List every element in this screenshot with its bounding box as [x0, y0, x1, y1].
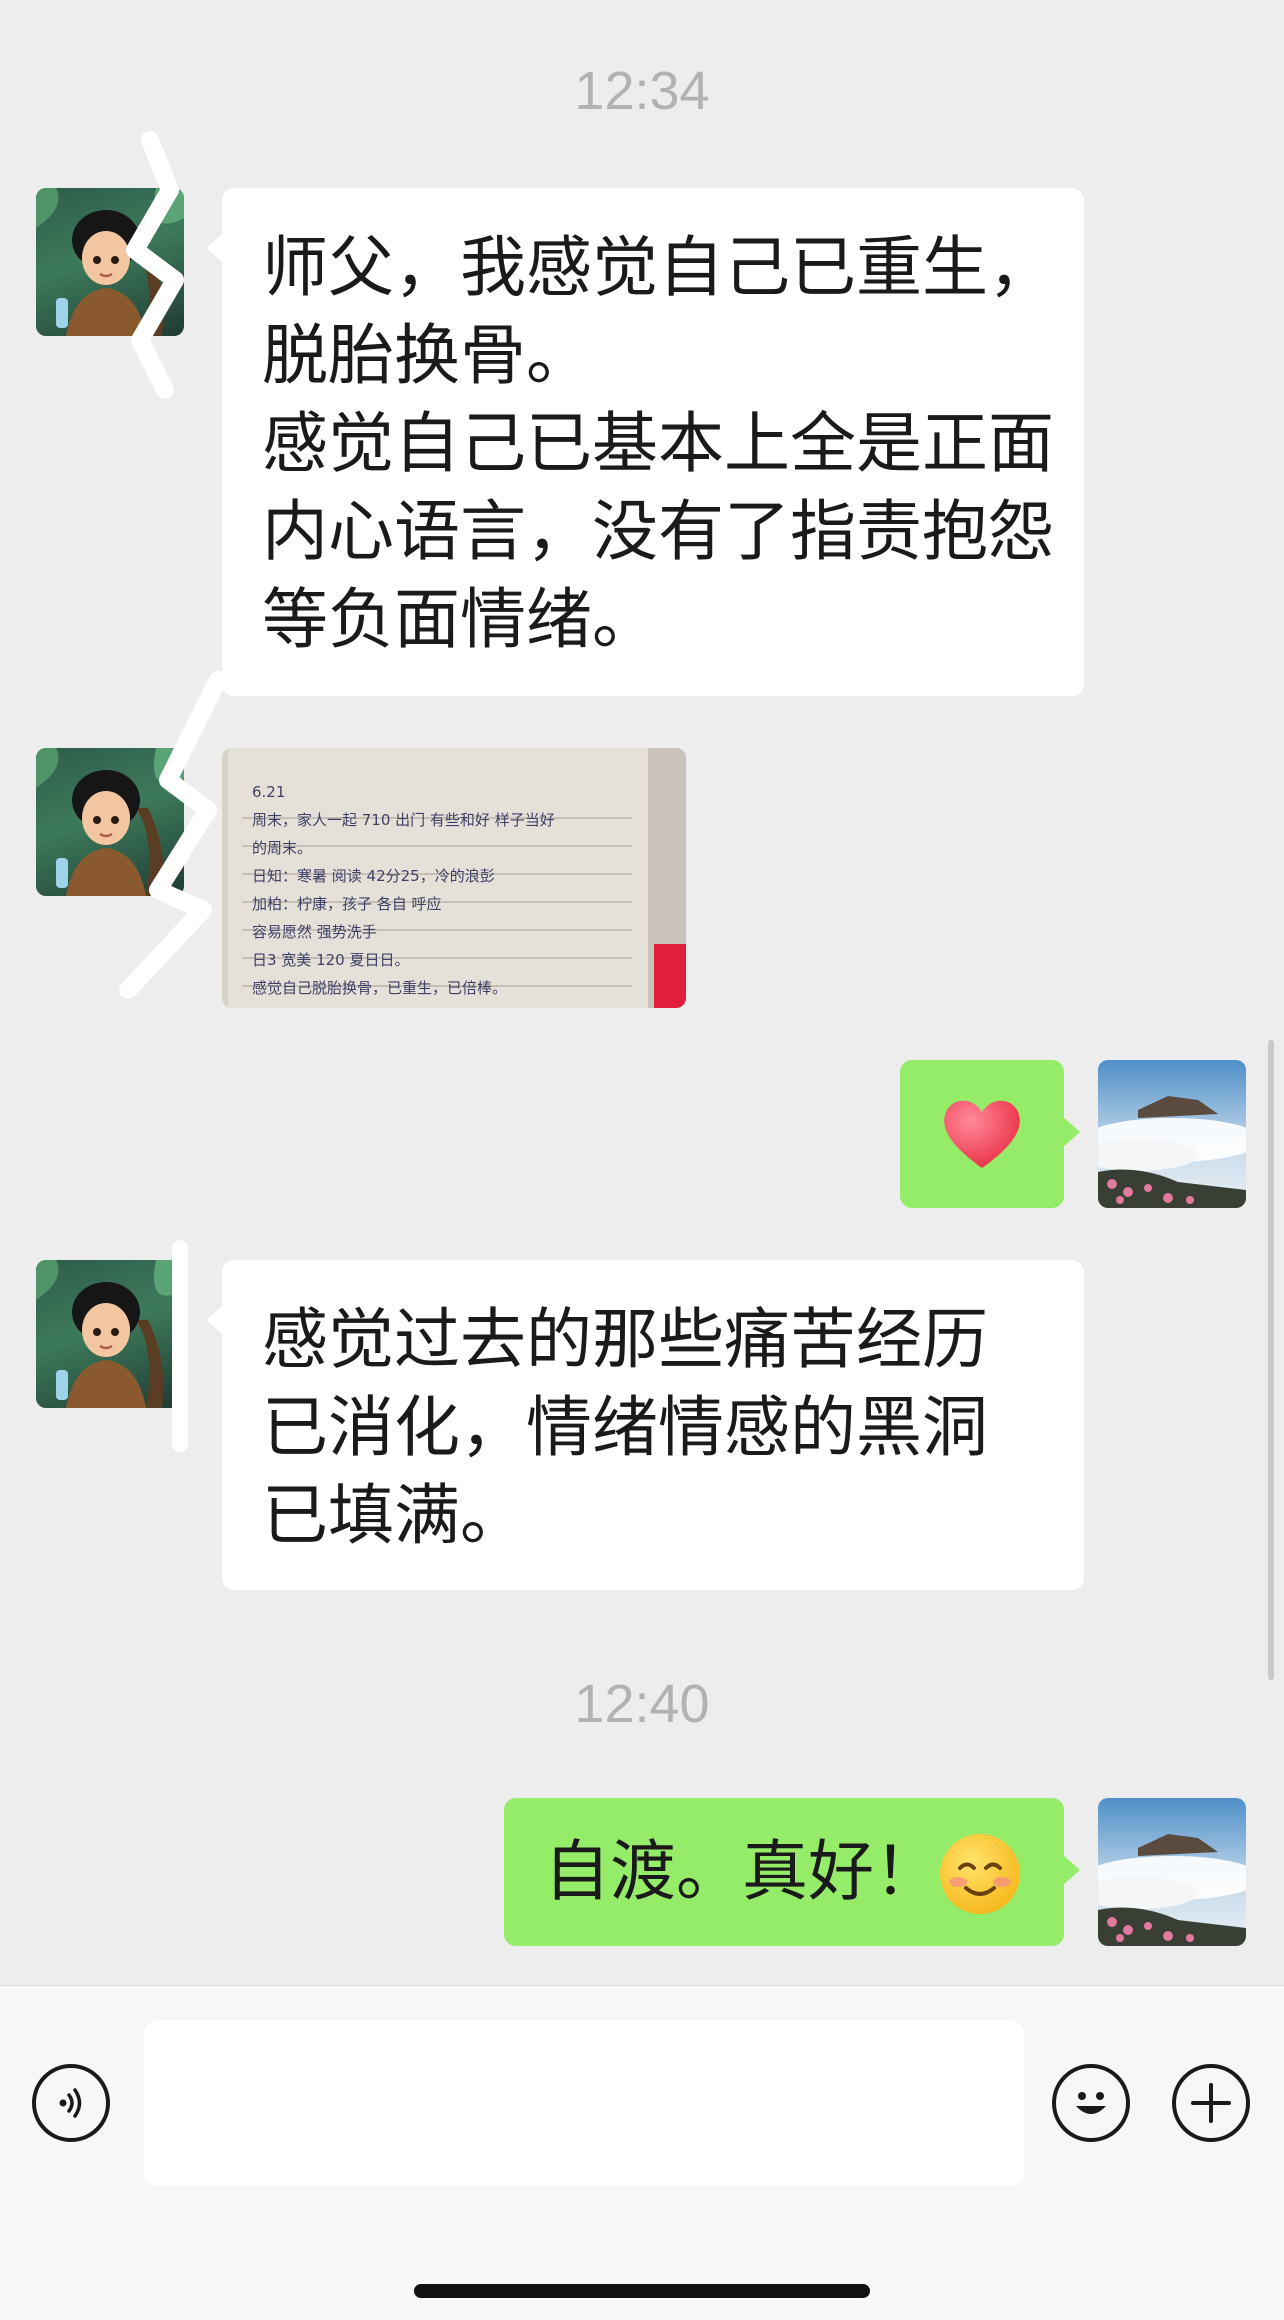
message-text: 师父，我感觉自己已重生，脱胎换骨。 [262, 229, 1054, 394]
smiling-face-emoji-icon [940, 1834, 1020, 1914]
my-avatar[interactable] [1098, 1060, 1246, 1208]
note-handwriting: 6.21 周末，家人一起 710 出门 有些和好 样子当好 的周末。 日知：寒暑… [252, 783, 555, 997]
contact-avatar[interactable] [36, 188, 184, 336]
contact-avatar[interactable] [36, 1260, 184, 1408]
message-input[interactable] [144, 2020, 1024, 2186]
timestamp: 12:40 [574, 1674, 710, 1734]
voice-icon [59, 2088, 82, 2118]
my-avatar[interactable] [1098, 1798, 1246, 1946]
heart-emoji-icon [944, 1100, 1020, 1168]
scrollbar[interactable] [1268, 1040, 1274, 1680]
incoming-message-bubble[interactable]: 感觉过去的那些痛苦经历已消化，情绪情感的黑洞已填满。 [206, 1260, 1084, 1590]
outgoing-message-bubble[interactable]: 自渡。真好！ [504, 1798, 1080, 1946]
message-text: 感觉自己已基本上全是正面内心语言，没有了指责抱怨等负面情绪。 [262, 405, 1054, 658]
contact-avatar[interactable] [36, 748, 184, 896]
emoji-icon [1076, 2092, 1106, 2114]
emoji-button[interactable] [1052, 2064, 1130, 2142]
voice-button[interactable] [32, 2064, 110, 2142]
home-indicator[interactable] [414, 2284, 870, 2298]
timestamp: 12:34 [574, 61, 710, 121]
message-text: 感觉过去的那些痛苦经历已消化，情绪情感的黑洞已填满。 [262, 1301, 988, 1554]
incoming-message-bubble[interactable]: 师父，我感觉自己已重生，脱胎换骨。 感觉自己已基本上全是正面内心语言，没有了指责… [206, 188, 1084, 696]
message-text: 自渡。真好！ [544, 1833, 940, 1910]
note-photo[interactable]: 6.21 周末，家人一起 710 出门 有些和好 样子当好 的周末。 日知：寒暑… [222, 748, 686, 1008]
plus-icon [1191, 2083, 1231, 2123]
more-button[interactable] [1172, 2064, 1250, 2142]
outgoing-message-bubble[interactable] [900, 1060, 1080, 1208]
